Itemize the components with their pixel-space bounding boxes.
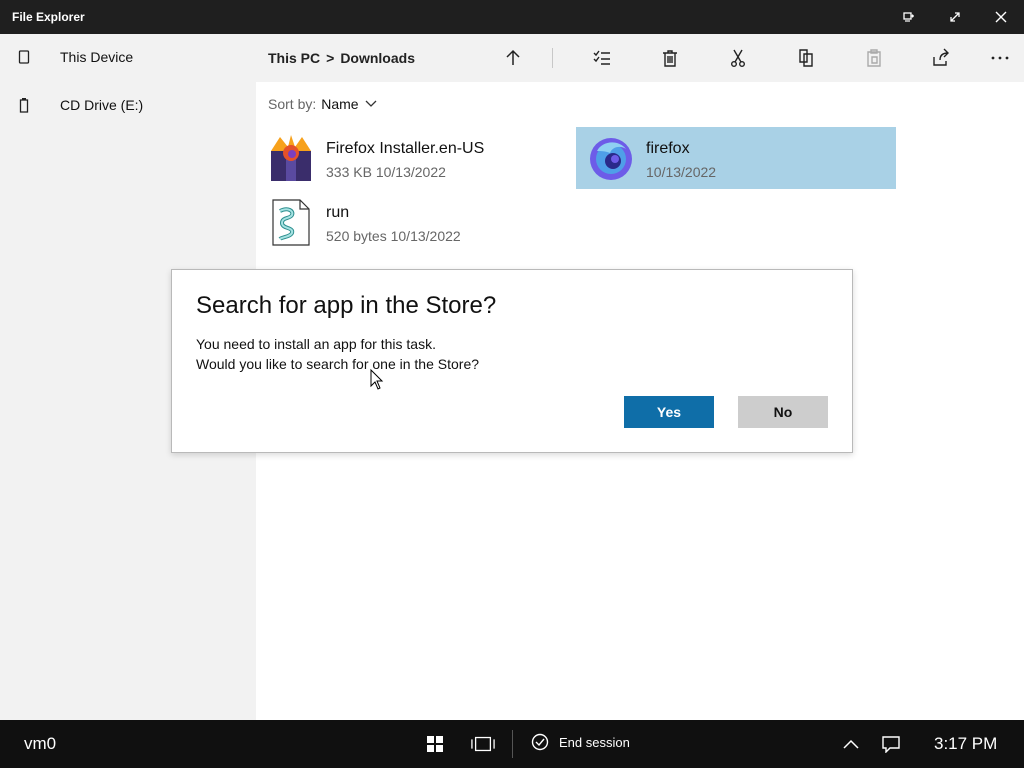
window-title: File Explorer — [12, 10, 85, 24]
snap-icon — [903, 12, 914, 22]
file-meta: 333 KB 10/13/2022 — [326, 164, 446, 180]
breadcrumb-downloads[interactable]: Downloads — [340, 50, 415, 66]
paste-icon — [867, 49, 881, 67]
select-button[interactable] — [585, 42, 619, 74]
mouse-cursor-icon — [370, 369, 384, 390]
host-name: vm0 — [24, 734, 57, 753]
breadcrumb: This PC > Downloads — [268, 50, 415, 66]
up-button[interactable] — [496, 42, 530, 74]
file-item-firefox[interactable]: firefox 10/13/2022 — [576, 127, 896, 189]
drive-icon — [17, 97, 31, 113]
file-name: firefox — [646, 140, 690, 157]
sidebar-item-cd-drive[interactable]: CD Drive (E:) — [0, 82, 256, 128]
share-icon — [933, 48, 949, 66]
copy-icon — [799, 49, 813, 67]
task-view-button[interactable] — [471, 732, 495, 756]
firefox-icon — [590, 138, 632, 180]
close-button[interactable] — [978, 0, 1024, 34]
chevron-down-icon — [365, 100, 377, 107]
delete-button[interactable] — [653, 42, 687, 74]
tray-expand-button[interactable] — [839, 732, 863, 756]
screen: File Explorer This Device CD Drive (E:) — [0, 0, 1024, 768]
file-item-firefox-installer[interactable]: Firefox Installer.en-US 333 KB 10/13/202… — [256, 127, 566, 189]
file-size: 520 bytes — [326, 228, 387, 244]
clock[interactable]: 3:17 PM — [934, 734, 997, 754]
file-date: 10/13/2022 — [646, 164, 717, 180]
cut-icon — [731, 49, 745, 67]
check-circle-icon — [531, 733, 549, 751]
share-button[interactable] — [924, 42, 958, 74]
close-icon — [995, 11, 1007, 23]
more-icon — [991, 56, 1009, 60]
notification-icon — [882, 736, 900, 753]
select-icon — [593, 50, 610, 65]
dialog-message: You need to install an app for this task… — [196, 334, 479, 374]
sidebar-item-label: CD Drive (E:) — [60, 97, 144, 113]
no-button[interactable]: No — [738, 396, 828, 428]
script-icon — [272, 199, 310, 246]
store-search-dialog: Search for app in the Store? You need to… — [171, 269, 853, 453]
sidebar-item-this-device[interactable]: This Device — [0, 34, 256, 80]
sidebar-item-label: This Device — [60, 49, 134, 65]
taskbar: vm0 End session 3:17 PM — [0, 720, 1024, 768]
breadcrumb-separator: > — [326, 50, 335, 66]
end-session-button[interactable]: End session — [531, 733, 630, 751]
cut-button[interactable] — [721, 42, 755, 74]
maximize-button[interactable] — [932, 0, 978, 34]
sort-value: Name — [321, 96, 359, 112]
file-size: 333 KB — [326, 164, 372, 180]
file-name: Firefox Installer.en-US — [326, 140, 485, 157]
paste-button — [857, 42, 891, 74]
chevron-up-icon — [843, 739, 859, 749]
yes-button[interactable]: Yes — [624, 396, 714, 428]
file-item-run[interactable]: run 520 bytes 10/13/2022 — [256, 191, 566, 253]
file-date: 10/13/2022 — [375, 164, 446, 180]
end-session-label: End session — [559, 734, 630, 750]
copy-button[interactable] — [789, 42, 823, 74]
expand-icon — [950, 12, 960, 22]
toolbar: This PC > Downloads — [256, 34, 1024, 82]
file-meta: 520 bytes 10/13/2022 — [326, 228, 461, 244]
taskbar-divider — [512, 730, 513, 758]
sort-label: Sort by: — [268, 96, 317, 112]
windows-icon — [427, 736, 443, 752]
start-button[interactable] — [423, 732, 447, 756]
dialog-title: Search for app in the Store? — [196, 292, 497, 319]
toolbar-divider — [552, 48, 553, 68]
sort-control[interactable]: Sort by: Name — [268, 96, 378, 112]
title-bar: File Explorer — [0, 0, 1024, 34]
dialog-message-line: Would you like to search for one in the … — [196, 356, 480, 372]
dialog-message-line: You need to install an app for this task… — [196, 336, 436, 352]
installer-icon — [271, 135, 311, 181]
file-date: 10/13/2022 — [390, 228, 461, 244]
device-icon — [17, 49, 31, 65]
snap-button[interactable] — [886, 0, 932, 34]
up-arrow-icon — [506, 49, 520, 65]
notifications-button[interactable] — [879, 732, 903, 756]
task-view-icon — [471, 736, 495, 752]
more-button[interactable] — [983, 42, 1017, 74]
breadcrumb-this-pc[interactable]: This PC — [268, 50, 320, 66]
file-name: run — [326, 204, 350, 221]
delete-icon — [663, 50, 677, 67]
